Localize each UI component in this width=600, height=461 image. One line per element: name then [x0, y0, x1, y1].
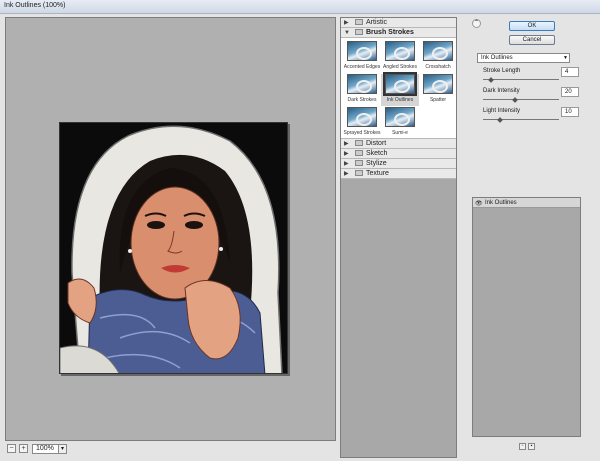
filter-sprayed-strokes[interactable]: Sprayed Strokes [343, 107, 381, 139]
filter-label: Ink Outlines [386, 97, 414, 103]
preview-status-bar: − + 100% ▾ [5, 442, 336, 456]
param-stroke-length: Stroke Length 4 [481, 67, 579, 87]
filter-accented-edges[interactable]: Accented Edges [343, 41, 381, 73]
category-brush-strokes[interactable]: ▼ Brush Strokes [341, 28, 456, 38]
slider-track[interactable] [483, 99, 559, 100]
collapse-icon: ▼ [344, 30, 350, 36]
settings-panel: ⌃ OK Cancel Ink Outlines ▼ Stroke Length… [461, 17, 595, 458]
filter-label: Dark Strokes [347, 97, 377, 103]
filter-angled-strokes[interactable]: Angled Strokes [381, 41, 419, 73]
expand-icon: ▶ [344, 151, 349, 157]
param-label: Dark Intensity [483, 88, 520, 94]
filter-thumbnail-image [347, 41, 377, 61]
delete-effect-layer-icon[interactable]: ▪ [528, 443, 535, 450]
filter-crosshatch[interactable]: Crosshatch [419, 41, 457, 73]
param-light-intensity: Light Intensity 10 [481, 107, 579, 127]
effect-layer-label: Ink Outlines [485, 200, 517, 206]
filter-label: Crosshatch [425, 64, 451, 70]
dark-intensity-field[interactable]: 20 [561, 87, 579, 97]
category-distort[interactable]: ▶ Distort [341, 139, 456, 149]
filter-dark-strokes[interactable]: Dark Strokes [343, 74, 381, 106]
filter-thumbnail-image [347, 107, 377, 127]
expand-icon: ▶ [344, 161, 349, 167]
slider-handle[interactable] [496, 117, 503, 123]
window-title: Ink Outlines (100%) [4, 2, 66, 9]
category-label: Brush Strokes [366, 29, 414, 36]
filter-thumbnail-image [347, 74, 377, 94]
category-stylize[interactable]: ▶ Stylize [341, 159, 456, 169]
folder-icon [355, 170, 363, 176]
preview-image[interactable] [59, 122, 288, 374]
param-label: Stroke Length [483, 68, 521, 74]
filter-thumbnail-image [385, 41, 415, 61]
expand-icon: ▶ [344, 171, 349, 177]
filter-gallery: ▶ Artistic ▼ Brush Strokes Accented Edges … [340, 17, 457, 458]
filter-select[interactable]: Ink Outlines ▼ [477, 53, 570, 63]
filter-thumbnail-image [383, 72, 417, 96]
filter-label: Sumi-e [392, 130, 408, 136]
collapse-gallery-icon[interactable]: ⌃ [472, 19, 481, 28]
filter-thumbnails: Accented Edges Angled Strokes Crosshatch… [341, 38, 456, 139]
category-label: Stylize [366, 160, 387, 167]
category-label: Texture [366, 170, 389, 177]
filter-thumbnail-image [423, 74, 453, 94]
folder-icon [355, 19, 363, 25]
visibility-eye-icon[interactable]: 👁 [475, 199, 483, 209]
filter-thumbnail-image [385, 107, 415, 127]
filter-label: Angled Strokes [383, 64, 417, 70]
expand-icon: ▶ [344, 141, 349, 147]
category-label: Artistic [366, 19, 387, 26]
folder-icon [355, 29, 363, 35]
zoom-dropdown-button[interactable]: ▾ [58, 444, 67, 454]
portrait-illustration [60, 123, 287, 373]
slider-handle[interactable] [511, 97, 518, 103]
preview-panel[interactable] [5, 17, 336, 441]
new-effect-layer-icon[interactable]: ▫ [519, 443, 526, 450]
category-sketch[interactable]: ▶ Sketch [341, 149, 456, 159]
cancel-button[interactable]: Cancel [509, 35, 555, 45]
slider-track[interactable] [483, 79, 559, 80]
filter-spatter[interactable]: Spatter [419, 74, 457, 106]
param-label: Light Intensity [483, 108, 521, 114]
zoom-in-button[interactable]: + [19, 444, 28, 453]
category-label: Distort [366, 140, 387, 147]
filter-sumi-e[interactable]: Sumi-e [381, 107, 419, 139]
folder-icon [355, 160, 363, 166]
category-label: Sketch [366, 150, 388, 157]
filter-ink-outlines[interactable]: Ink Outlines [381, 72, 419, 106]
ok-button[interactable]: OK [509, 21, 555, 31]
filter-select-value: Ink Outlines [481, 55, 513, 61]
light-intensity-field[interactable]: 10 [561, 107, 579, 117]
category-artistic[interactable]: ▶ Artistic [341, 18, 456, 28]
filter-label: Accented Edges [343, 64, 381, 70]
title-bar: Ink Outlines (100%) [0, 0, 600, 14]
folder-icon [355, 150, 363, 156]
param-dark-intensity: Dark Intensity 20 [481, 87, 579, 107]
filter-label: Sprayed Strokes [343, 130, 381, 136]
effect-layers-panel: 👁 Ink Outlines [472, 197, 581, 437]
effect-layer-row[interactable]: 👁 Ink Outlines [473, 198, 580, 208]
folder-icon [355, 140, 363, 146]
filter-label: Spatter [429, 97, 447, 103]
filter-thumbnail-image [423, 41, 453, 61]
layer-tools: ▫ ▪ [519, 442, 539, 450]
chevron-down-icon: ▼ [563, 55, 568, 61]
zoom-out-button[interactable]: − [7, 444, 16, 453]
slider-track[interactable] [483, 119, 559, 120]
stroke-length-field[interactable]: 4 [561, 67, 579, 77]
expand-icon: ▶ [344, 20, 349, 26]
category-texture[interactable]: ▶ Texture [341, 169, 456, 179]
